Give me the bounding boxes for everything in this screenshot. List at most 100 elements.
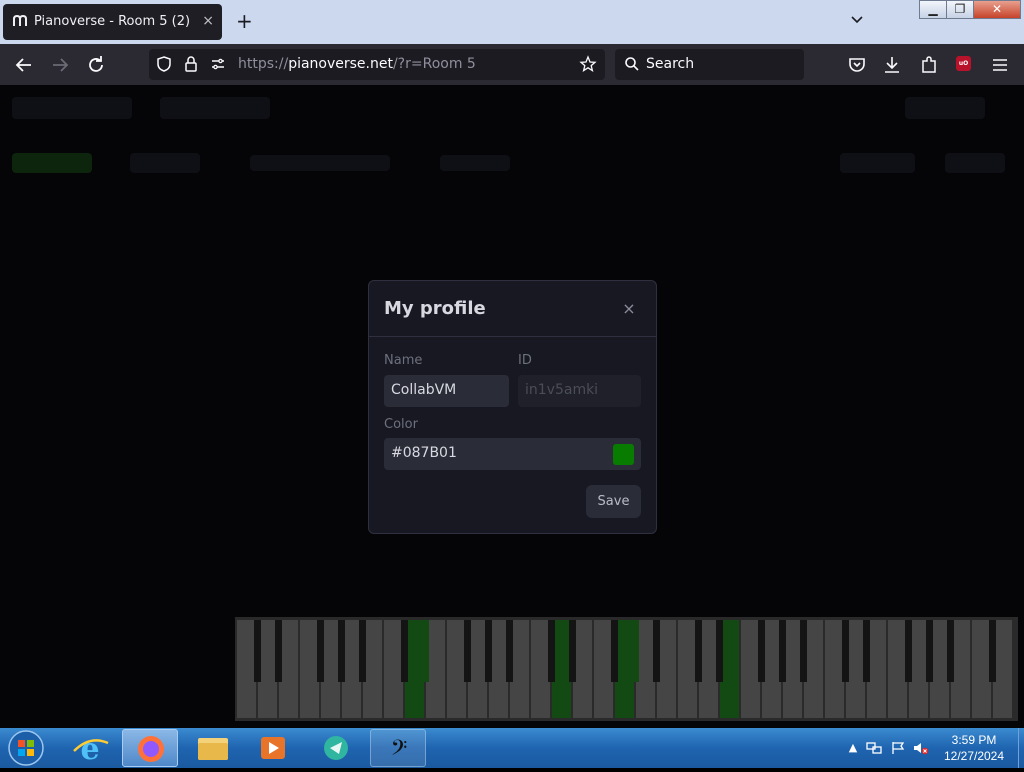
- svg-text:e: e: [80, 732, 99, 767]
- piano-black-key: [863, 620, 870, 682]
- piano-key: [993, 620, 1014, 718]
- piano-key: [804, 620, 825, 718]
- piano-black-key-pressed: [632, 620, 639, 682]
- url-host: pianoverse.net: [288, 56, 393, 72]
- piano-key: [279, 620, 300, 718]
- piano-key: [657, 620, 678, 718]
- header-icons-ghost: [905, 97, 985, 119]
- network-icon[interactable]: [866, 741, 882, 755]
- svg-text:𝄢: 𝄢: [391, 736, 408, 766]
- piano-black-key: [317, 620, 324, 682]
- action-center-flag-icon[interactable]: [890, 741, 906, 755]
- forward-arrow-icon[interactable]: [48, 53, 72, 77]
- search-box[interactable]: Search: [615, 49, 804, 80]
- url-text[interactable]: https://pianoverse.net/?r=Room 5: [238, 56, 476, 72]
- permissions-icon[interactable]: [209, 55, 227, 73]
- search-placeholder: Search: [646, 56, 695, 72]
- file-explorer-icon[interactable]: [185, 729, 241, 767]
- name-field[interactable]: CollabVM: [384, 375, 509, 407]
- piano-black-key: [926, 620, 933, 682]
- tab-pianoverse[interactable]: Pianoverse - Room 5 (2) ×: [3, 4, 222, 40]
- name-label: Name: [384, 353, 423, 368]
- taskbar: e 𝄢 ▲ 3:59 PM 12/27/2024: [0, 728, 1024, 768]
- modal-title: My profile: [384, 298, 486, 319]
- clock-time: 3:59 PM: [951, 733, 997, 747]
- clock-date: 12/27/2024: [943, 749, 1005, 763]
- ublock-origin-icon[interactable]: uO: [956, 56, 971, 71]
- piano-black-key: [758, 620, 765, 682]
- piano-black-key: [506, 620, 513, 682]
- pianoverse-icon: [13, 14, 27, 26]
- color-value: #087B01: [391, 445, 457, 461]
- extensions-icon[interactable]: [917, 53, 941, 77]
- downloads-icon[interactable]: [880, 53, 904, 77]
- browser-window: Pianoverse - Room 5 (2) × + ▁ ❐ ✕ https:…: [0, 0, 1024, 728]
- piano-key: [951, 620, 972, 718]
- piano-black-key: [485, 620, 492, 682]
- tab-list-chevron-icon[interactable]: [850, 12, 864, 26]
- piano-keyboard: [235, 617, 1018, 721]
- color-label: Color: [384, 417, 418, 432]
- piano-black-key: [338, 620, 345, 682]
- room-title-ghost: [160, 97, 270, 119]
- tab-close-icon[interactable]: ×: [202, 13, 214, 29]
- piano-black-key: [947, 620, 954, 682]
- url-bar[interactable]: https://pianoverse.net/?r=Room 5: [149, 49, 605, 80]
- piano-black-key: [569, 620, 576, 682]
- site-logo-ghost: [12, 97, 132, 119]
- toolbar-ghost: [440, 155, 510, 171]
- maximize-button[interactable]: ❐: [946, 0, 974, 19]
- bookmark-star-icon[interactable]: [579, 55, 597, 73]
- save-button[interactable]: Save: [586, 485, 641, 518]
- piano-black-key: [842, 620, 849, 682]
- piano-key: [363, 620, 384, 718]
- piano-black-key: [548, 620, 555, 682]
- collabvm-app-icon[interactable]: [308, 729, 364, 767]
- tab-title: Pianoverse - Room 5 (2): [34, 14, 191, 29]
- user-badge-ghost: [12, 153, 92, 173]
- piano-black-key: [989, 620, 996, 682]
- piano-black-key: [401, 620, 408, 682]
- piano-key: [867, 620, 888, 718]
- pocket-icon[interactable]: [845, 53, 869, 77]
- piano-black-key: [905, 620, 912, 682]
- tab-strip: Pianoverse - Room 5 (2) × + ▁ ❐ ✕: [0, 0, 1024, 44]
- piano-black-key-pressed: [422, 620, 429, 682]
- system-clock[interactable]: 3:59 PM 12/27/2024: [932, 732, 1016, 764]
- color-field[interactable]: #087B01: [384, 438, 641, 470]
- shield-icon[interactable]: [155, 55, 173, 73]
- close-icon[interactable]: ×: [619, 299, 639, 319]
- internet-explorer-icon[interactable]: e: [62, 729, 118, 767]
- minimize-button[interactable]: ▁: [919, 0, 947, 19]
- modal-header: My profile ×: [369, 281, 656, 337]
- reload-icon[interactable]: [84, 53, 108, 77]
- new-tab-button[interactable]: +: [236, 11, 253, 31]
- media-player-icon[interactable]: [245, 729, 301, 767]
- show-desktop-button[interactable]: [1018, 728, 1024, 768]
- back-arrow-icon[interactable]: [12, 53, 36, 77]
- piano-black-key: [779, 620, 786, 682]
- firefox-icon[interactable]: [122, 729, 178, 767]
- navigation-toolbar: https://pianoverse.net/?r=Room 5 Search: [0, 44, 1024, 85]
- url-protocol: https://: [238, 56, 289, 72]
- search-icon: [625, 57, 639, 71]
- toolbar-ghost: [250, 155, 390, 171]
- id-label: ID: [518, 353, 532, 368]
- piano-black-key: [695, 620, 702, 682]
- toolbar-ghost: [130, 153, 200, 173]
- color-swatch[interactable]: [613, 444, 634, 465]
- piano-black-key: [653, 620, 660, 682]
- menu-hamburger-icon[interactable]: [988, 53, 1012, 77]
- close-window-button[interactable]: ✕: [973, 0, 1021, 19]
- lock-icon[interactable]: [182, 55, 200, 73]
- bass-clef-app-icon[interactable]: 𝄢: [370, 729, 426, 767]
- piano-black-key: [275, 620, 282, 682]
- piano-black-key: [254, 620, 261, 682]
- piano-black-key: [716, 620, 723, 682]
- start-button-windows-icon[interactable]: [6, 729, 46, 767]
- volume-muted-icon[interactable]: [913, 741, 929, 755]
- show-hidden-icons-icon[interactable]: ▲: [845, 741, 861, 755]
- piano-key-pressed: [720, 620, 741, 718]
- piano-black-key: [359, 620, 366, 682]
- piano-key: [510, 620, 531, 718]
